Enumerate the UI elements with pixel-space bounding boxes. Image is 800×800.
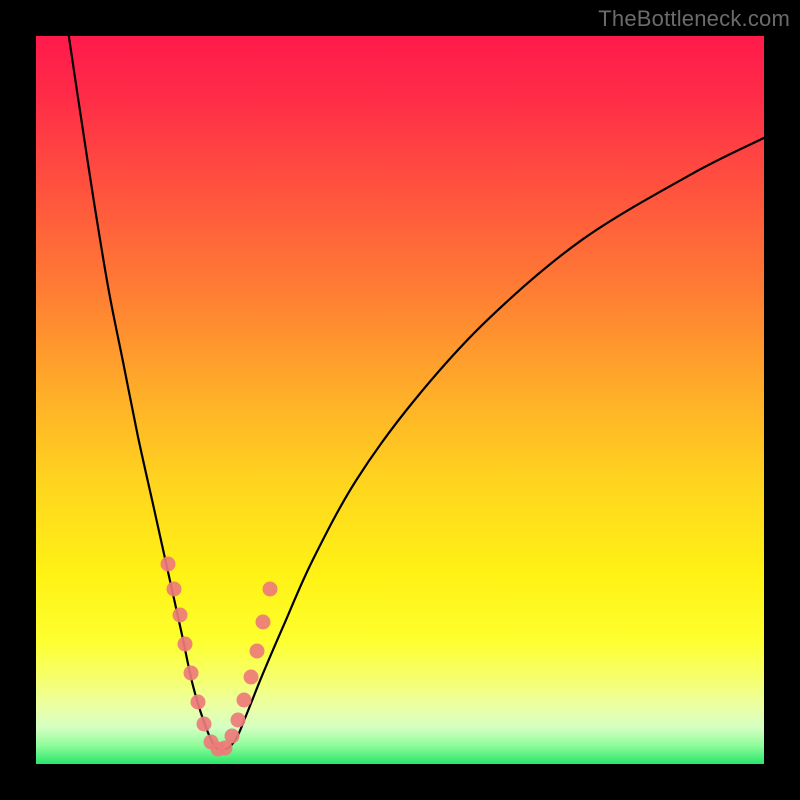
highlight-dot — [243, 669, 258, 684]
highlight-dot — [166, 582, 181, 597]
watermark-text: TheBottleneck.com — [598, 6, 790, 32]
highlight-dot — [184, 666, 199, 681]
highlight-dot — [197, 716, 212, 731]
highlight-dot — [190, 695, 205, 710]
highlight-dot — [231, 713, 246, 728]
highlight-dot — [173, 607, 188, 622]
highlight-dot — [256, 615, 271, 630]
highlight-dot — [224, 729, 239, 744]
highlight-dot — [178, 636, 193, 651]
highlight-dot — [249, 644, 264, 659]
highlight-dot — [263, 582, 278, 597]
plot-area — [36, 36, 764, 764]
bottleneck-curve — [36, 36, 764, 764]
highlight-dot — [237, 692, 252, 707]
chart-frame: TheBottleneck.com — [0, 0, 800, 800]
highlight-dot — [161, 556, 176, 571]
